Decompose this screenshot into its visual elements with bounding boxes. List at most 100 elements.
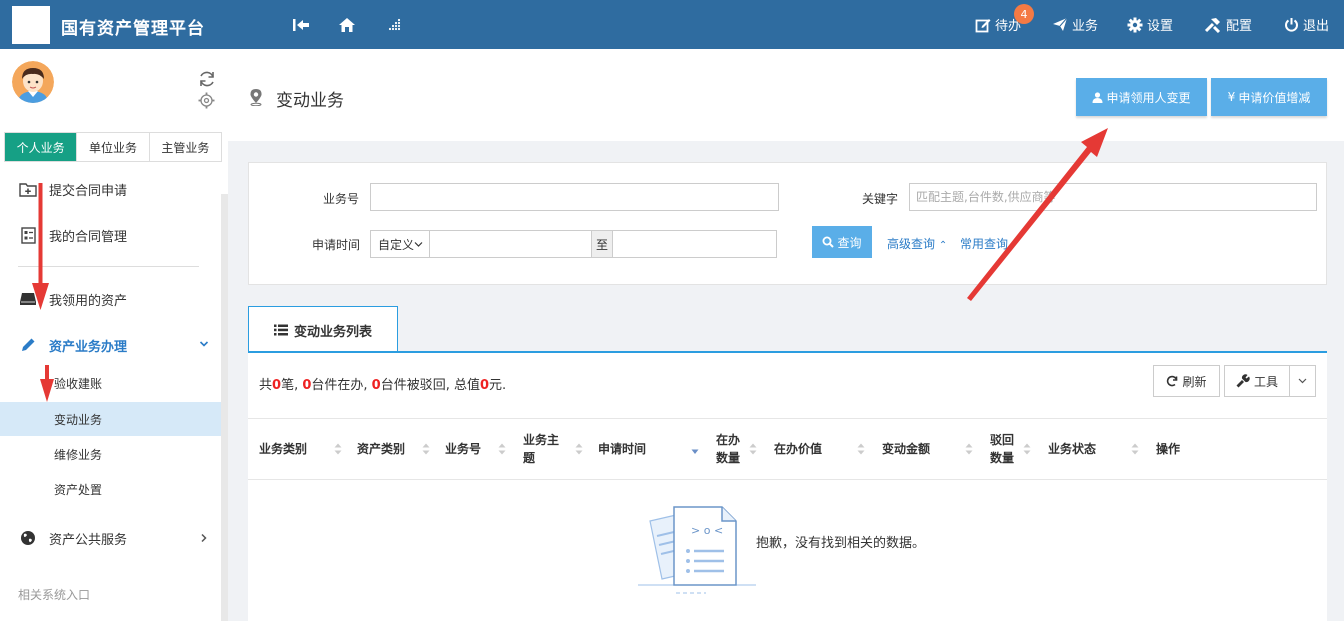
user-icon xyxy=(1092,91,1103,103)
tools-button[interactable]: 工具 xyxy=(1224,365,1290,397)
advanced-search-link[interactable]: 高级查询 ⌃ xyxy=(887,235,947,252)
sort-icon[interactable] xyxy=(422,443,430,455)
tab-change-business-list[interactable]: 变动业务列表 xyxy=(248,306,398,353)
date-start-input[interactable] xyxy=(429,230,592,258)
tools-icon xyxy=(1204,17,1221,33)
tab-supervisor[interactable]: 主管业务 xyxy=(150,133,221,161)
chevron-down-icon xyxy=(414,241,423,247)
collapse-sidebar-icon[interactable] xyxy=(290,14,312,36)
refresh-icon xyxy=(1167,375,1178,387)
summary-text: 元. xyxy=(489,378,507,393)
refresh-icon[interactable] xyxy=(198,70,218,90)
tab-personal[interactable]: 个人业务 xyxy=(5,133,78,161)
settings-button[interactable]: 设置 xyxy=(1127,0,1173,49)
top-navbar: 国有资产管理平台 待办 4 业务 设置 配置 退出 xyxy=(0,0,1344,49)
todo-button[interactable]: 待办 xyxy=(975,0,1021,49)
column-apply-time[interactable]: 申请时间 xyxy=(598,419,646,479)
search-icon xyxy=(822,236,835,248)
logout-button[interactable]: 退出 xyxy=(1284,0,1329,49)
advanced-search-label: 高级查询 xyxy=(887,237,936,251)
sidebar-sub-repair[interactable]: 维修业务 xyxy=(0,437,228,471)
gear-icon xyxy=(1127,17,1143,32)
summary-text: 台件被驳回, 总值 xyxy=(380,378,480,393)
date-end-input[interactable] xyxy=(612,230,777,258)
total-value: 0 xyxy=(479,378,489,393)
document-list-icon xyxy=(18,225,38,245)
business-button[interactable]: 业务 xyxy=(1052,0,1098,49)
hard-drive-icon xyxy=(18,289,38,309)
column-biz-no[interactable]: 业务号 xyxy=(445,419,481,479)
column-label-line: 题 xyxy=(523,451,536,465)
keyword-label: 关键字 xyxy=(862,192,899,206)
table-header: 业务类别 资产类别 业务号 业务主题 申请时间 在办 数量 在办价值 变动金额 驳… xyxy=(248,418,1327,480)
chevron-down-icon xyxy=(1298,378,1307,384)
double-chevron-up-icon: ⌃ xyxy=(938,240,948,251)
column-in-progress-qty[interactable]: 在办 数量 xyxy=(716,419,740,479)
refresh-button-label: 刷新 xyxy=(1182,374,1207,389)
dots-grid-icon[interactable] xyxy=(383,14,405,36)
column-label-line: 驳回 xyxy=(990,433,1015,447)
sidebar-sub-disposal[interactable]: 资产处置 xyxy=(0,472,228,506)
column-in-progress-value[interactable]: 在办价值 xyxy=(774,419,822,479)
list-tab-title: 变动业务列表 xyxy=(293,324,372,340)
refresh-button[interactable]: 刷新 xyxy=(1153,365,1220,397)
sidebar-item-my-assets[interactable]: 我领用的资产 xyxy=(0,281,228,317)
sort-icon[interactable] xyxy=(1023,443,1031,455)
config-button[interactable]: 配置 xyxy=(1204,0,1252,49)
common-search-link[interactable]: 常用查询 xyxy=(960,235,1008,252)
sort-icon[interactable] xyxy=(749,443,757,455)
apply-user-change-button[interactable]: 申请领用人变更 xyxy=(1076,78,1207,116)
settings-label: 设置 xyxy=(1147,19,1174,34)
home-icon[interactable] xyxy=(336,14,358,36)
sidebar-item-submit-contract[interactable]: 提交合同申请 xyxy=(0,171,228,207)
sidebar-sub-acceptance[interactable]: 验收建账 xyxy=(0,366,228,400)
svg-text:> o <: > o < xyxy=(691,524,723,537)
empty-state-message: 抱歉，没有找到相关的数据。 xyxy=(756,536,926,551)
biz-no-label: 业务号 xyxy=(323,192,360,206)
column-asset-category[interactable]: 资产类别 xyxy=(357,419,405,479)
globe-icon xyxy=(18,528,38,548)
list-summary: 共0笔, 0台件在办, 0台件被驳回, 总值0元. xyxy=(259,374,506,393)
pencil-icon xyxy=(18,335,38,355)
summary-text: 共 xyxy=(259,378,273,393)
column-actions: 操作 xyxy=(1156,442,1181,456)
sort-icon[interactable] xyxy=(965,443,973,455)
settings-gear-icon[interactable] xyxy=(198,92,218,112)
sidebar-item-label: 资产公共服务 xyxy=(49,532,128,548)
sidebar-item-my-contracts[interactable]: 我的合同管理 xyxy=(0,217,228,253)
sidebar: 个人业务 单位业务 主管业务 提交合同申请 我的合同管理 我领用的资产 资产业务… xyxy=(0,49,228,621)
sidebar-item-label: 我的合同管理 xyxy=(49,229,128,245)
biz-no-input[interactable] xyxy=(370,183,779,211)
page-title: 变动业务 xyxy=(276,91,344,111)
app-logo xyxy=(12,6,50,44)
sidebar-item-public-service[interactable]: 资产公共服务 xyxy=(0,520,228,556)
column-change-amount[interactable]: 变动金额 xyxy=(882,419,930,479)
column-label-line: 业务主 xyxy=(523,433,560,447)
sort-icon[interactable] xyxy=(498,443,506,455)
column-rejected-qty[interactable]: 驳回 数量 xyxy=(990,419,1014,479)
sidebar-item-asset-business[interactable]: 资产业务办理 xyxy=(0,327,228,363)
sidebar-sub-change[interactable]: 变动业务 xyxy=(0,402,228,436)
column-biz-category[interactable]: 业务类别 xyxy=(259,419,307,479)
sort-icon[interactable] xyxy=(334,443,342,455)
sort-icon[interactable] xyxy=(1131,443,1139,455)
avatar[interactable] xyxy=(12,61,54,103)
date-mode-select[interactable]: 自定义 xyxy=(370,230,430,258)
keyword-input[interactable] xyxy=(909,183,1317,211)
search-button[interactable]: 查询 xyxy=(812,226,872,258)
tools-dropdown-button[interactable] xyxy=(1289,365,1316,397)
sort-icon[interactable] xyxy=(857,443,865,455)
column-biz-subject[interactable]: 业务主题 xyxy=(523,419,559,479)
sidebar-divider xyxy=(18,266,199,267)
sort-desc-icon[interactable] xyxy=(691,443,699,455)
tab-unit[interactable]: 单位业务 xyxy=(77,133,150,161)
config-label: 配置 xyxy=(1226,19,1253,34)
apply-value-change-button[interactable]: ¥ 申请价值增减 xyxy=(1211,78,1327,116)
column-biz-status[interactable]: 业务状态 xyxy=(1048,419,1096,479)
todo-count-badge: 4 xyxy=(1014,4,1034,24)
sort-icon[interactable] xyxy=(575,443,583,455)
apply-date-label: 申请时间 xyxy=(312,238,361,252)
wrench-icon xyxy=(1236,374,1250,388)
folder-plus-icon xyxy=(18,179,38,199)
sidebar-scrollbar[interactable] xyxy=(221,194,228,621)
